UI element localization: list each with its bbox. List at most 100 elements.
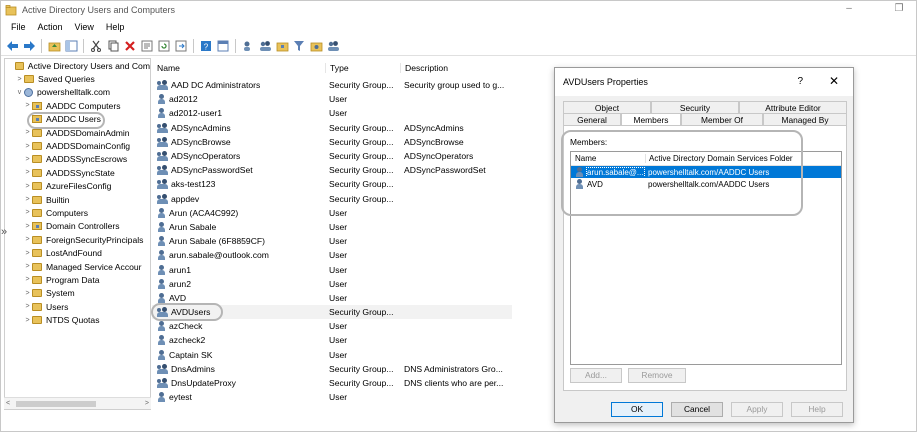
table-row[interactable]: ADSyncOperators Security Group... ADSyncOp… (152, 149, 512, 163)
ok-button[interactable]: OK (611, 402, 663, 417)
properties-icon[interactable] (140, 39, 154, 53)
table-row[interactable]: Captain SK User (152, 348, 512, 362)
dialog-close-icon[interactable]: ✕ (829, 74, 839, 88)
tree-item[interactable]: > Computers (5, 206, 150, 219)
chevron-right-icon[interactable]: > (23, 290, 32, 297)
scroll-left-icon[interactable]: < (6, 400, 10, 407)
delete-icon[interactable] (123, 39, 137, 53)
chevron-right-icon[interactable]: > (23, 276, 32, 283)
table-row[interactable]: arun1 User (152, 262, 512, 276)
tree-item[interactable]: > Builtin (5, 193, 150, 206)
chevron-right-icon[interactable]: > (23, 129, 32, 136)
forward-icon[interactable] (22, 39, 36, 53)
menu-action[interactable]: Action (38, 22, 63, 32)
chevron-right-icon[interactable]: > (23, 263, 32, 270)
table-row[interactable]: aks-test123 Security Group... (152, 177, 512, 191)
tree-item[interactable]: > Saved Queries (5, 72, 150, 85)
dialog-help-icon[interactable]: ? (797, 76, 803, 87)
group-members-icon[interactable] (326, 39, 340, 53)
remove-member-button[interactable]: Remove (628, 368, 686, 383)
chevron-right-icon[interactable]: > (23, 236, 32, 243)
tree-item[interactable]: > Program Data (5, 273, 150, 286)
up-folder-icon[interactable] (47, 39, 61, 53)
export-list-icon[interactable] (174, 39, 188, 53)
table-row[interactable]: appdev Security Group... (152, 192, 512, 206)
add-to-group-icon[interactable] (309, 39, 323, 53)
new-ou-icon[interactable] (275, 39, 289, 53)
menu-help[interactable]: Help (106, 22, 125, 32)
chevron-right-icon[interactable]: > (23, 102, 32, 109)
show-tree-icon[interactable] (64, 39, 78, 53)
restore-icon[interactable]: ❐ (892, 3, 906, 15)
tree-item[interactable]: > LostAndFound (5, 246, 150, 259)
tree-item[interactable]: > System (5, 287, 150, 300)
table-row[interactable]: ADSyncPasswordSet Security Group... ADSync… (152, 163, 512, 177)
cancel-button[interactable]: Cancel (671, 402, 723, 417)
scroll-right-icon[interactable]: > (145, 400, 149, 407)
table-row[interactable]: azcheck2 User (152, 333, 512, 347)
cell-name: azCheck (152, 321, 325, 332)
column-header-type[interactable]: Type (325, 63, 400, 73)
chevron-right-icon[interactable]: > (15, 76, 24, 83)
cell-type: Security Group... (329, 193, 394, 204)
table-row[interactable]: ad2012 User (152, 92, 512, 106)
table-row[interactable]: Arun Sabale (6F8859CF) User (152, 234, 512, 248)
tree-item[interactable]: v powershelltalk.com (5, 86, 150, 99)
menu-file[interactable]: File (11, 22, 26, 32)
tree-item[interactable]: > AzureFilesConfig (5, 180, 150, 193)
refresh-icon[interactable] (157, 39, 171, 53)
table-row[interactable]: azCheck User (152, 319, 512, 333)
tree-item[interactable]: > NTDS Quotas (5, 313, 150, 326)
tree-horizontal-scrollbar[interactable]: < > (4, 397, 151, 409)
chevron-right-icon[interactable]: > (23, 143, 32, 150)
table-row[interactable]: arun2 User (152, 277, 512, 291)
column-header-description[interactable]: Description (400, 63, 510, 73)
table-row[interactable]: ADSyncAdmins Security Group... ADSyncAdmin… (152, 121, 512, 135)
new-group-icon[interactable] (258, 39, 272, 53)
chevron-right-icon[interactable]: > (23, 223, 32, 230)
new-user-icon[interactable] (241, 39, 255, 53)
chevron-right-icon[interactable]: > (23, 183, 32, 190)
tree-item[interactable]: > Users (5, 300, 150, 313)
table-row[interactable]: ad2012-user1 User (152, 106, 512, 120)
table-row[interactable]: Arun (ACA4C992) User (152, 206, 512, 220)
table-row[interactable]: arun.sabale@outlook.com User (152, 248, 512, 262)
chevron-right-icon[interactable]: > (23, 317, 32, 324)
minimize-icon[interactable]: – (842, 3, 856, 15)
chevron-right-icon[interactable]: > (23, 250, 32, 257)
cut-icon[interactable] (89, 39, 103, 53)
chevron-right-icon[interactable]: > (23, 196, 32, 203)
table-row[interactable]: AAD DC Administrators Security Group... Se… (152, 78, 512, 92)
tree-item[interactable]: > AADDSSyncState (5, 166, 150, 179)
tree-item[interactable]: > AADDSSyncEscrows (5, 153, 150, 166)
chevron-right-icon[interactable]: > (23, 209, 32, 216)
tree-item[interactable]: Active Directory Users and Com (5, 59, 150, 72)
help-icon[interactable]: ? (199, 39, 213, 53)
apply-button[interactable]: Apply (731, 402, 783, 417)
tree-item-label: LostAndFound (46, 248, 102, 259)
copy-icon[interactable] (106, 39, 120, 53)
column-header-name[interactable]: Name (152, 63, 325, 73)
filter-icon[interactable] (292, 39, 306, 53)
table-row[interactable]: ADSyncBrowse Security Group... ADSyncBrows… (152, 135, 512, 149)
tree-item[interactable]: > Domain Controllers (5, 220, 150, 233)
add-member-button[interactable]: Add... (570, 368, 622, 383)
tree-item[interactable]: > AADDSDomainConfig (5, 139, 150, 152)
table-row[interactable]: DnsUpdateProxy Security Group... DNS clien… (152, 376, 512, 390)
scrollbar-thumb[interactable] (16, 401, 96, 407)
tree-item[interactable]: > ForeignSecurityPrincipals (5, 233, 150, 246)
tree-item[interactable]: > AADDC Computers (5, 99, 150, 112)
table-row[interactable]: DnsAdmins Security Group... DNS Administra… (152, 362, 512, 376)
tree-item[interactable]: > Managed Service Accour (5, 260, 150, 273)
chevron-right-icon[interactable]: > (23, 303, 32, 310)
console-tree-icon[interactable] (216, 39, 230, 53)
table-row[interactable]: eytest User (152, 390, 512, 404)
back-icon[interactable] (5, 39, 19, 53)
menu-view[interactable]: View (75, 22, 94, 32)
help-button[interactable]: Help (791, 402, 843, 417)
table-row[interactable]: Arun Sabale User (152, 220, 512, 234)
chevron-down-icon[interactable]: v (15, 89, 24, 96)
collapse-pane-icon[interactable]: » (1, 226, 7, 238)
chevron-right-icon[interactable]: > (23, 169, 32, 176)
chevron-right-icon[interactable]: > (23, 156, 32, 163)
